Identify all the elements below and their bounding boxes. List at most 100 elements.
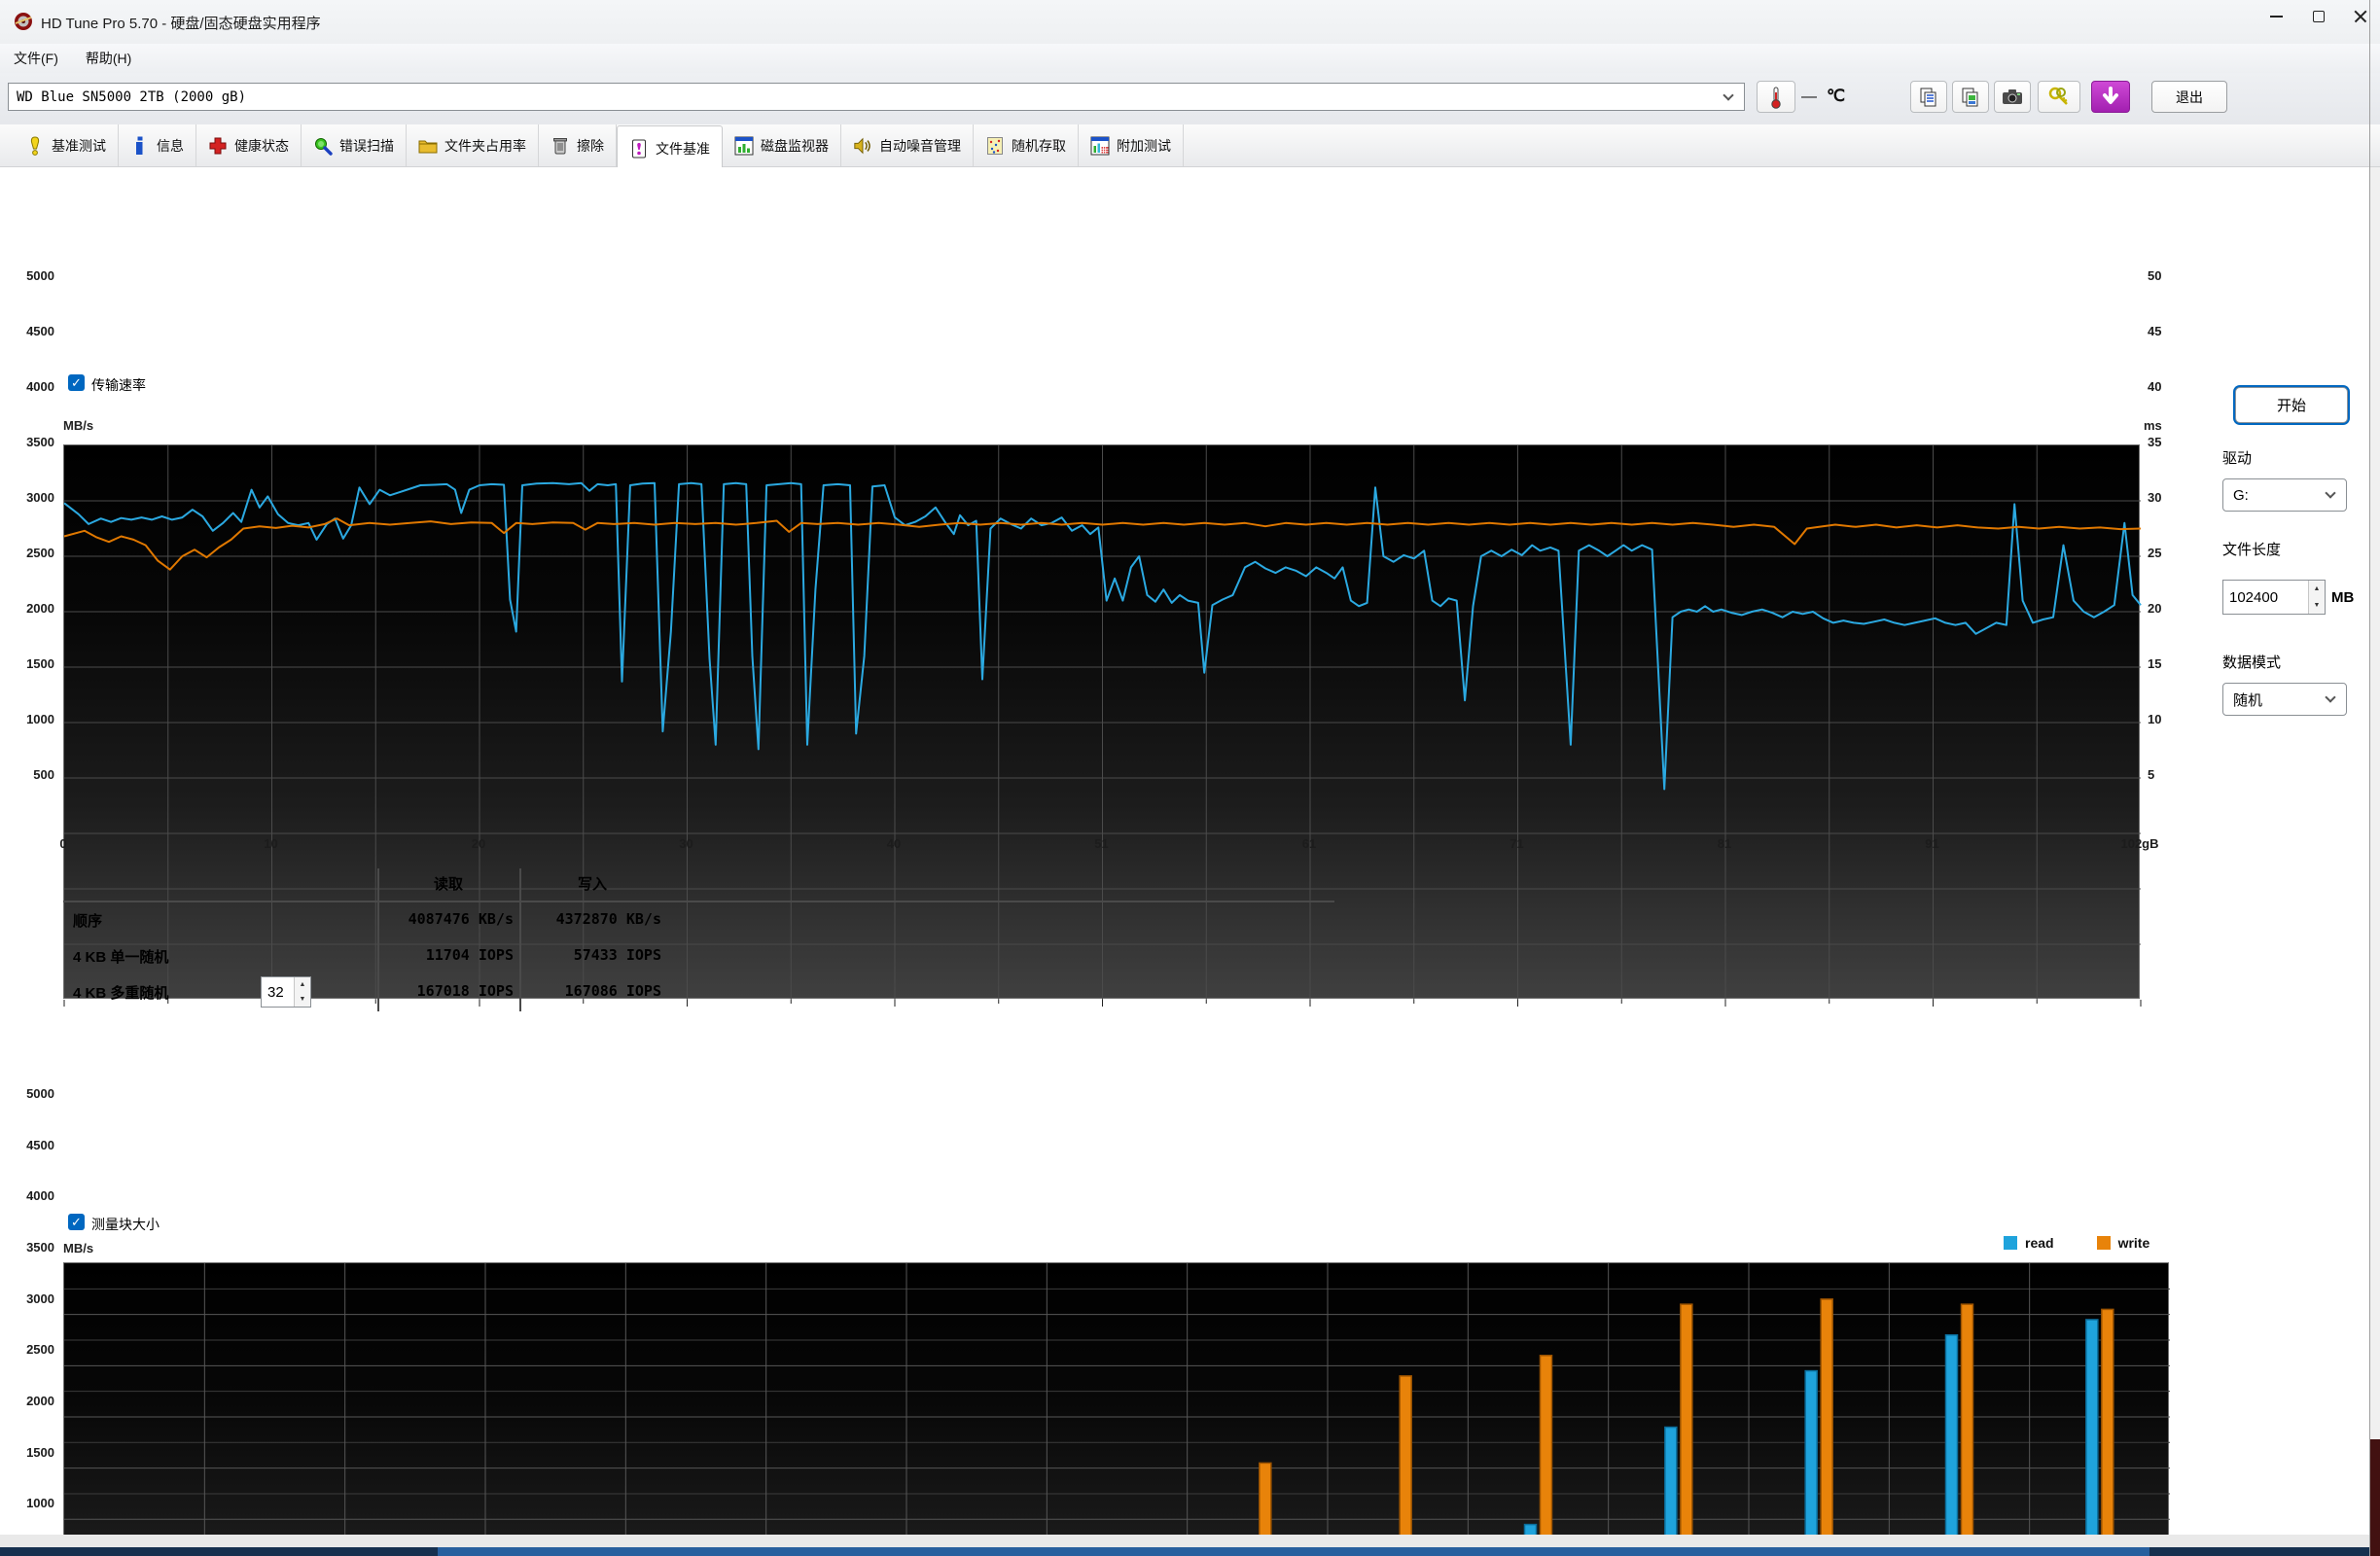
chart2-y-unit: MB/s [63, 1241, 94, 1255]
chart1-ytick: 2000 [26, 601, 54, 616]
chart1-ytick: 3500 [26, 435, 54, 449]
table-read-value: 11704 IOPS [425, 946, 514, 964]
tool-label: 文件基准 [656, 141, 710, 157]
tool-label: 磁盘监视器 [761, 137, 829, 154]
tool-aam-speaker[interactable]: 自动噪音管理 [841, 124, 974, 166]
chart1-y2tick: 15 [2148, 656, 2162, 671]
chevron-down-icon [2325, 487, 2336, 499]
read-legend-swatch [2004, 1236, 2017, 1250]
tool-file-benchmark[interactable]: 文件基准 [617, 125, 723, 171]
erase-icon [551, 136, 570, 156]
chevron-down-icon [1723, 88, 1734, 101]
background-window-sliver [2370, 1439, 2380, 1556]
drive-row: WD Blue SN5000 2TB (2000 gB) — ℃ 退出 [0, 73, 2380, 124]
queue-depth-value: 32 [267, 983, 284, 1001]
toolbar: 基准测试 信息 健康状态 错误扫描 文件夹占用率 擦除 文件基准 磁盘监视器 自动噪音管理 随机存… [0, 124, 2380, 171]
copy-text-button[interactable] [1910, 81, 1947, 113]
close-button[interactable] [2340, 0, 2380, 33]
tool-erase[interactable]: 擦除 [539, 124, 617, 166]
drive-select[interactable]: WD Blue SN5000 2TB (2000 gB) [8, 83, 1745, 111]
options-button[interactable] [2038, 81, 2080, 113]
tool-disk-monitor[interactable]: 磁盘监视器 [723, 124, 841, 166]
chart1-xtick: 61 [1301, 836, 1317, 851]
content-panel: ✓ 传输速率 MB/s ms ✓ 测量块大小 MB/s read write 开… [0, 167, 2370, 1556]
keys-icon [2048, 87, 2068, 105]
file-length-spinner[interactable]: 102400 ▲ ▼ [2222, 580, 2326, 615]
chart1-ytick: 1000 [26, 712, 54, 726]
spinner-arrows[interactable]: ▲ ▼ [294, 977, 310, 1007]
download-button[interactable] [2091, 81, 2130, 113]
chart2-ytick: 4500 [26, 1137, 54, 1152]
tool-label: 附加测试 [1117, 137, 1171, 154]
chart2-ytick: 5000 [26, 1086, 54, 1101]
chart1-y2tick: 45 [2148, 324, 2162, 338]
spin-up-icon[interactable]: ▲ [2309, 581, 2325, 597]
menu-file[interactable]: 文件(F) [0, 44, 72, 73]
spinner-arrows[interactable]: ▲ ▼ [2308, 581, 2325, 614]
chart1-xtick: 51 [1094, 836, 1109, 851]
spin-up-icon[interactable]: ▲ [295, 977, 310, 992]
random-access-icon [985, 136, 1005, 156]
chart2-ytick: 1500 [26, 1444, 54, 1460]
chart1-xtick: 20 [471, 836, 486, 851]
copy-image-icon [1962, 88, 1978, 106]
chart1-y2tick: 50 [2148, 268, 2162, 283]
tool-label: 随机存取 [1012, 137, 1066, 154]
block-size-chart [63, 1262, 2170, 1556]
minimize-button[interactable] [2255, 0, 2297, 33]
spin-down-icon[interactable]: ▼ [2309, 597, 2325, 614]
tool-label: 健康状态 [234, 137, 289, 154]
tool-label: 文件夹占用率 [444, 137, 526, 154]
transfer-rate-chart [63, 444, 2142, 1007]
chart1-ytick: 4500 [26, 324, 54, 338]
folder-usage-icon [418, 136, 438, 156]
file-length-label: 文件长度 [2222, 542, 2282, 558]
taskbar-strip-highlight [438, 1547, 2149, 1556]
tool-benchmark[interactable]: 基准测试 [14, 124, 119, 166]
block-size-label: 测量块大小 [91, 1217, 160, 1232]
data-mode-label: 数据模式 [2222, 654, 2282, 671]
temperature-button[interactable] [1757, 81, 1795, 113]
tool-health[interactable]: 健康状态 [196, 124, 302, 166]
table-col-divider [519, 868, 521, 1011]
temperature-unit: ℃ [1827, 87, 1846, 105]
file-length-unit: MB [2331, 589, 2355, 606]
maximize-button[interactable] [2297, 0, 2340, 33]
chart1-xtick: 40 [886, 836, 902, 851]
screenshot-button[interactable] [1994, 81, 2031, 113]
tool-label: 擦除 [577, 137, 604, 154]
exit-button[interactable]: 退出 [2151, 81, 2227, 113]
chart1-y2tick: 20 [2148, 601, 2162, 616]
tool-folder-usage[interactable]: 文件夹占用率 [407, 124, 539, 166]
copy-text-icon [1920, 88, 1936, 106]
chart1-y2tick: 30 [2148, 490, 2162, 505]
queue-depth-spinner[interactable]: 32 ▲ ▼ [261, 976, 311, 1008]
table-write-value: 57433 IOPS [573, 946, 661, 964]
table-write-value: 4372870 KB/s [555, 910, 661, 928]
tool-label: 错误扫描 [339, 137, 394, 154]
tool-info[interactable]: 信息 [119, 124, 196, 166]
chart1-y2tick: 35 [2148, 435, 2162, 449]
copy-image-button[interactable] [1952, 81, 1989, 113]
data-mode-select[interactable]: 随机 [2222, 683, 2347, 716]
menu-help[interactable]: 帮助(H) [72, 44, 145, 73]
tool-random-access[interactable]: 随机存取 [974, 124, 1079, 166]
read-legend-label: read [2025, 1235, 2054, 1251]
write-legend-label: write [2117, 1235, 2150, 1251]
block-size-checkbox[interactable]: ✓ [68, 1214, 85, 1230]
start-button[interactable]: 开始 [2235, 387, 2348, 423]
table-header-write: 写入 [577, 876, 607, 893]
tool-label: 基准测试 [52, 137, 106, 154]
tool-extra-tests[interactable]: 附加测试 [1079, 124, 1184, 166]
chart1-xtick: 10 [264, 836, 278, 851]
chart1-xtick: 30 [679, 836, 693, 851]
title-bar: HD Tune Pro 5.70 - 硬盘/固态硬盘实用程序 [0, 0, 2380, 44]
tool-error-scan[interactable]: 错误扫描 [302, 124, 407, 166]
table-read-value: 4087476 KB/s [408, 910, 514, 928]
temperature-value: — [1801, 88, 1817, 105]
chart1-y2tick: 40 [2148, 379, 2162, 394]
chart1-ytick: 3000 [26, 490, 54, 505]
spin-down-icon[interactable]: ▼ [295, 992, 310, 1007]
drive-letter-select[interactable]: G: [2222, 478, 2347, 512]
transfer-rate-checkbox[interactable]: ✓ [68, 374, 85, 391]
